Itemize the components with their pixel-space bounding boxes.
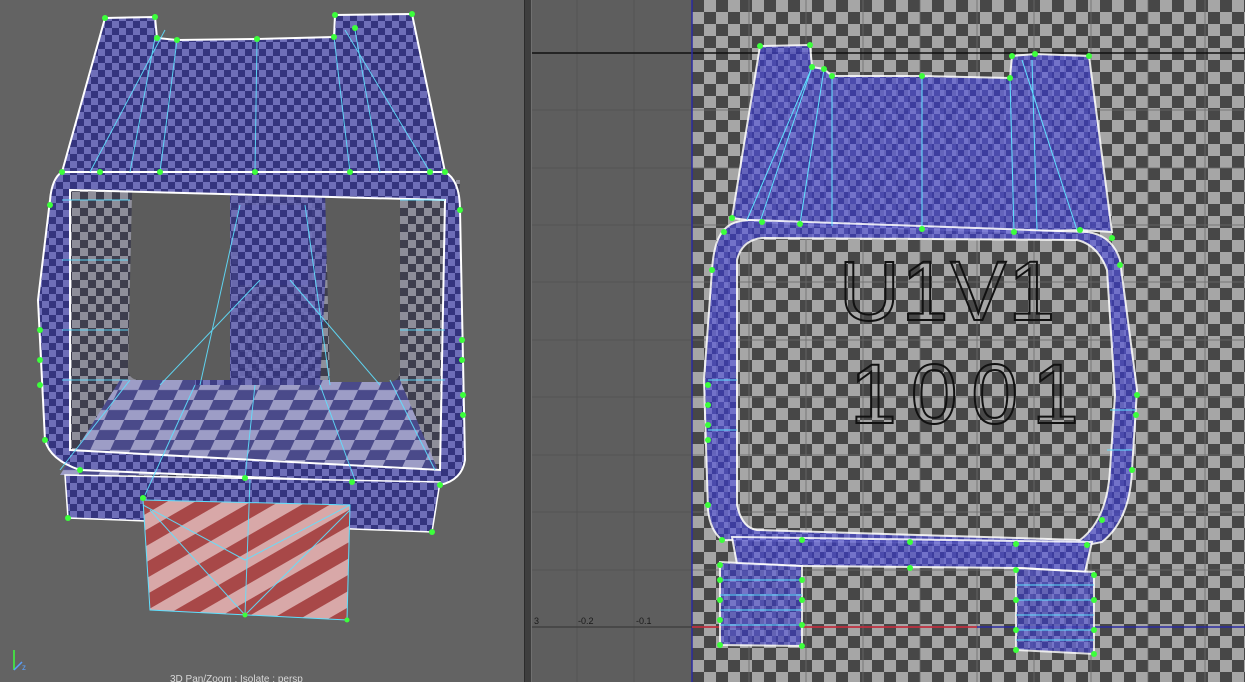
- axis-z-label: z: [22, 663, 26, 672]
- viewport-camera-label: 3D Pan/Zoom : Isolate : persp: [170, 674, 303, 682]
- panel-divider[interactable]: [524, 0, 532, 682]
- viewport-3d-canvas[interactable]: [0, 0, 524, 682]
- mesh-top-shell[interactable]: [60, 12, 447, 173]
- axis-gizmo: [13, 650, 23, 671]
- ruler-label-2: -0.1: [636, 616, 652, 626]
- uv-editor-canvas[interactable]: 3 -0.2 -0.1 U1V1 1001: [532, 0, 1245, 682]
- uv-tile-label-uv: U1V1: [839, 244, 1057, 338]
- uv-tile-label-udim: 1001: [850, 347, 1093, 441]
- mesh-flipped-face[interactable]: [142, 499, 351, 621]
- viewport-3d[interactable]: z 3D Pan/Zoom : Isolate : persp: [0, 0, 524, 682]
- uv-editor[interactable]: 3 -0.2 -0.1 U1V1 1001: [532, 0, 1245, 682]
- uv-shell-right-tab[interactable]: [1015, 566, 1095, 656]
- ruler-label-1: -0.2: [578, 616, 594, 626]
- uv-shell-left-tab[interactable]: [719, 560, 803, 648]
- uv-outside-area: [532, 0, 692, 682]
- ruler-label-0: 3: [534, 616, 539, 626]
